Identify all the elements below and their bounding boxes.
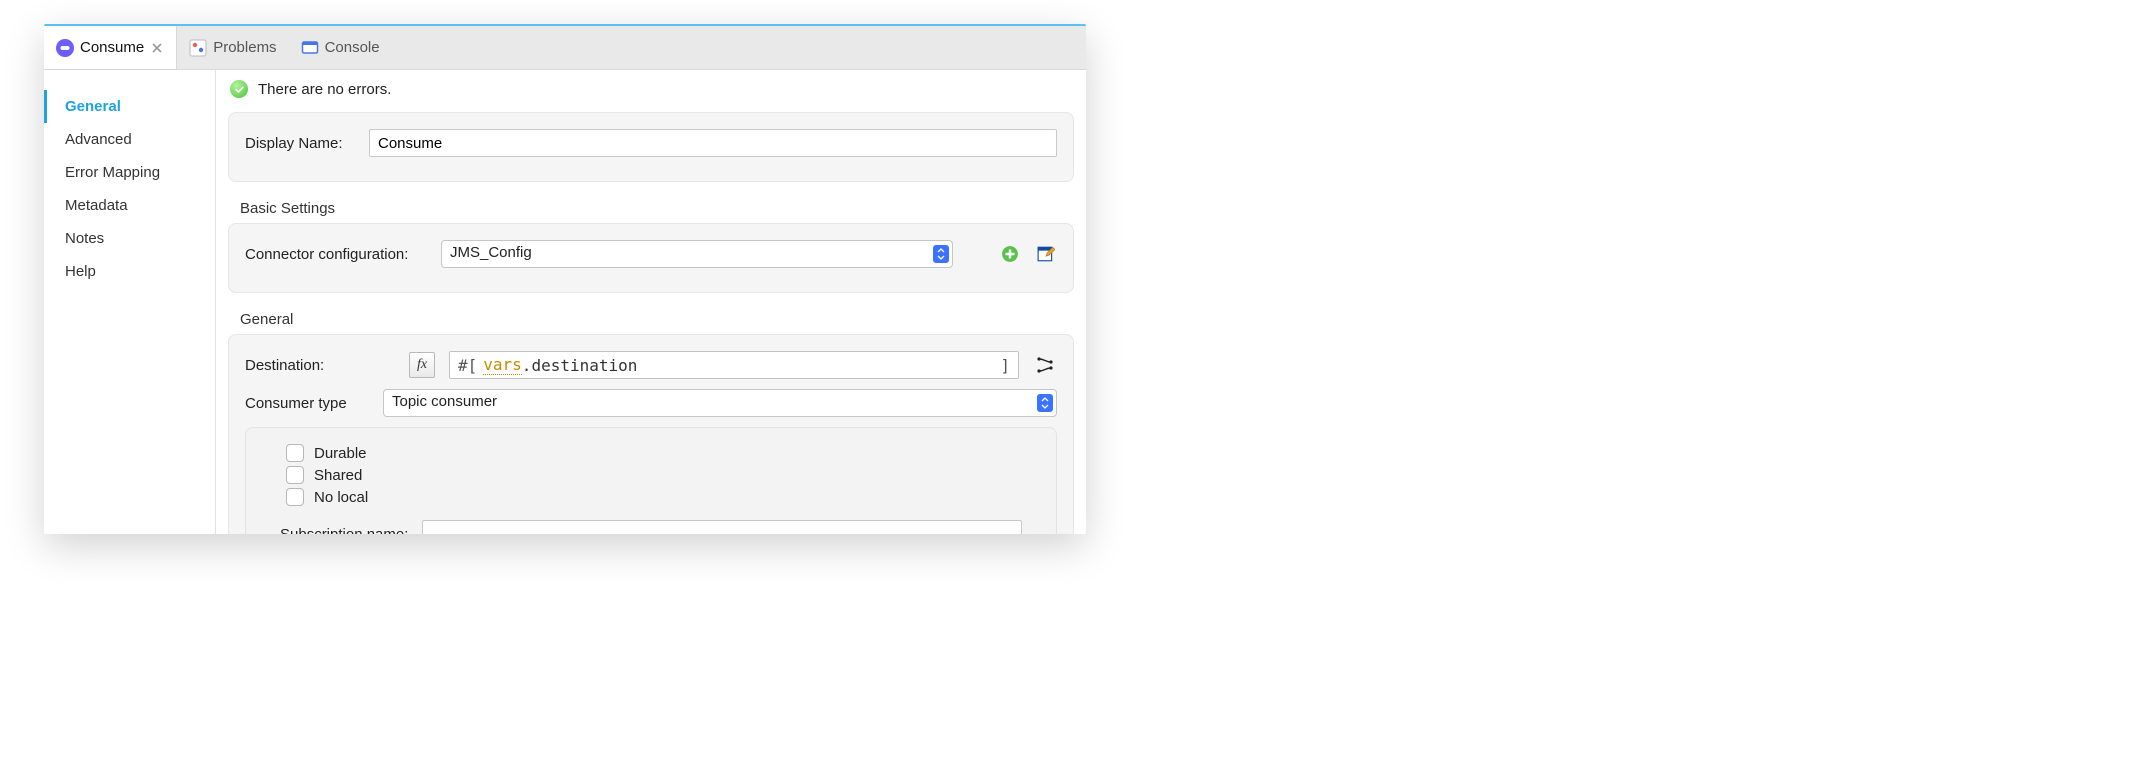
fx-label: fx <box>417 357 427 373</box>
subscription-name-input[interactable] <box>422 520 1022 534</box>
sidebar-item-notes[interactable]: Notes <box>44 222 215 255</box>
general-section: Destination: fx #[ vars . destination ] <box>228 334 1074 534</box>
destination-label: Destination: <box>245 357 395 374</box>
consume-icon <box>56 39 74 57</box>
connector-config-select[interactable]: JMS_Config <box>441 240 953 268</box>
sidebar-item-general[interactable]: General <box>44 90 215 123</box>
display-name-label: Display Name: <box>245 135 355 152</box>
basic-settings-section: Connector configuration: JMS_Config <box>228 223 1074 293</box>
durable-checkbox[interactable] <box>286 444 304 462</box>
ok-icon <box>230 80 248 98</box>
tab-label: Console <box>325 39 380 56</box>
expr-property: destination <box>531 356 637 375</box>
tab-label: Consume <box>80 39 144 56</box>
tab-label: Problems <box>213 39 276 56</box>
tab-consume[interactable]: Consume <box>44 26 177 69</box>
expr-dot: . <box>522 356 532 375</box>
sidebar-item-label: Error Mapping <box>65 164 160 181</box>
tab-console[interactable]: Console <box>289 26 392 69</box>
display-name-input[interactable] <box>369 129 1057 157</box>
expr-variable: vars <box>483 355 522 375</box>
fx-toggle[interactable]: fx <box>409 352 435 378</box>
sidebar-item-label: Advanced <box>65 131 132 148</box>
configuration-window: Consume Problems Console General <box>44 24 1086 534</box>
edit-config-button[interactable] <box>1035 243 1057 265</box>
console-icon <box>301 39 319 57</box>
general-section-title: General <box>240 311 1070 328</box>
tab-problems[interactable]: Problems <box>177 26 288 69</box>
status-bar: There are no errors. <box>216 70 1086 106</box>
sidebar-item-label: Notes <box>65 230 104 247</box>
close-icon[interactable] <box>150 41 164 55</box>
shared-checkbox[interactable] <box>286 466 304 484</box>
add-config-button[interactable] <box>999 243 1021 265</box>
select-arrows-icon <box>933 245 949 263</box>
no-local-checkbox[interactable] <box>286 488 304 506</box>
subscription-name-label: Subscription name: <box>280 526 408 535</box>
connector-config-label: Connector configuration: <box>245 246 427 263</box>
no-local-label: No local <box>314 489 368 506</box>
expr-open-bracket: #[ <box>458 356 477 375</box>
sidebar-item-metadata[interactable]: Metadata <box>44 189 215 222</box>
expr-close-bracket: ] <box>637 356 1010 375</box>
select-arrows-icon <box>1037 394 1053 412</box>
sidebar-item-label: Help <box>65 263 96 280</box>
sidebar-item-error-mapping[interactable]: Error Mapping <box>44 156 215 189</box>
sidebar: General Advanced Error Mapping Metadata … <box>44 70 216 534</box>
map-icon[interactable] <box>1033 353 1057 377</box>
sidebar-item-advanced[interactable]: Advanced <box>44 123 215 156</box>
main-panel: There are no errors. Display Name: Basic… <box>216 70 1086 534</box>
connector-config-value: JMS_Config <box>441 240 953 268</box>
tab-bar: Consume Problems Console <box>44 24 1086 70</box>
shared-label: Shared <box>314 467 362 484</box>
problems-icon <box>189 39 207 57</box>
sidebar-item-help[interactable]: Help <box>44 255 215 288</box>
sidebar-item-label: General <box>65 98 121 115</box>
consumer-type-select[interactable]: Topic consumer <box>383 389 1057 417</box>
durable-label: Durable <box>314 445 367 462</box>
display-name-section: Display Name: <box>228 112 1074 182</box>
basic-settings-title: Basic Settings <box>240 200 1070 217</box>
topic-consumer-options: Durable Shared No local Subscription nam… <box>245 427 1057 534</box>
status-message: There are no errors. <box>258 81 391 98</box>
consumer-type-value: Topic consumer <box>383 389 1057 417</box>
destination-input[interactable]: #[ vars . destination ] <box>449 351 1019 379</box>
consumer-type-label: Consumer type <box>245 395 369 412</box>
sidebar-item-label: Metadata <box>65 197 128 214</box>
